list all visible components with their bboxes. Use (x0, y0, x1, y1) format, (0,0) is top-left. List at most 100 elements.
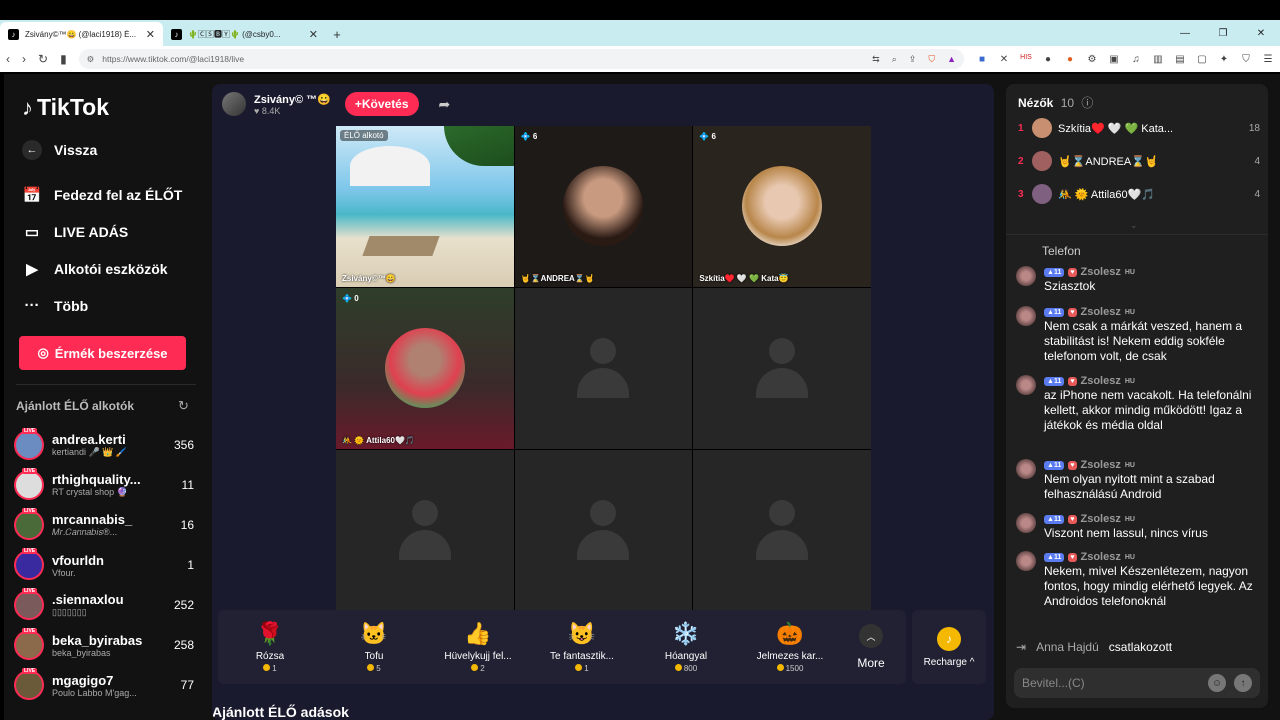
divider (16, 384, 196, 385)
host-name[interactable]: Zsivány© ™😀 (254, 93, 331, 106)
back-button[interactable]: ← Vissza (22, 140, 97, 160)
avatar: LIVE (14, 428, 44, 460)
creator-item[interactable]: LIVE andrea.kerti kertiandi 🎤 👑 🖌️ 356 (14, 426, 194, 464)
guest-tile[interactable]: 💠 6 🤘⌛ANDREA⌛🤘 (514, 126, 693, 287)
recharge-button[interactable]: ♪ Recharge ^ (912, 610, 986, 684)
browser-tab-active[interactable]: ♪ Zsivány©™😀 (@laci1918) É... ✕ (0, 22, 163, 46)
extension-icon[interactable]: ▢ (1196, 54, 1208, 65)
site-settings-icon[interactable]: ⚙ (87, 54, 95, 65)
back-arrow-icon[interactable]: ‹ (6, 52, 10, 66)
tiktok-favicon-icon: ♪ (8, 28, 19, 40)
extension-icon[interactable]: HIS (1020, 54, 1032, 65)
close-tab-icon[interactable]: ✕ (146, 28, 155, 41)
wallet-icon[interactable]: ▤ (1174, 54, 1186, 65)
creator-item[interactable]: LIVE beka_byirabas beka_byirabas 258 (14, 626, 194, 664)
forward-arrow-icon[interactable]: › (22, 52, 26, 66)
viewer-count: 1 (187, 558, 194, 572)
music-icon[interactable]: ♫ (1130, 54, 1142, 65)
live-badge: LIVE (22, 508, 38, 514)
extension-icon[interactable]: ▣ (1108, 54, 1120, 65)
chat-message[interactable]: ▲11 ♥ Zsolesz HU az iPhone nem vacakolt. Ha … (1016, 375, 1256, 433)
extension-icon[interactable]: ✕ (998, 54, 1010, 65)
more-gifts-button[interactable]: ︿ More (842, 624, 900, 670)
extension-icon[interactable]: ⚙ (1086, 54, 1098, 65)
new-tab-icon[interactable]: + (326, 22, 348, 46)
fan-badge: ♥ (1068, 267, 1077, 277)
share-arrow-icon[interactable]: ➦ (439, 96, 451, 113)
reload-icon[interactable]: ↻ (38, 52, 48, 66)
creator-item[interactable]: LIVE .siennaxlou ▯▯▯▯▯▯▯ 252 (14, 586, 194, 624)
sidebar-icon[interactable]: ▥ (1152, 54, 1164, 65)
extension-icon[interactable]: ● (1042, 54, 1054, 65)
emoji-icon[interactable]: ☺ (1208, 674, 1226, 692)
top-viewer[interactable]: 3 🤼 🌞 Attila60🤍🎵 4 (1018, 184, 1260, 204)
chat-message[interactable]: ▲11 ♥ Zsolesz HU Sziasztok (1016, 266, 1256, 294)
joined-user[interactable]: Anna Hajdú (1036, 640, 1099, 654)
menu-icon[interactable]: ☰ (1262, 54, 1274, 65)
chat-message[interactable]: ▲11 ♥ Zsolesz HU Nem olyan nyitott mint a sz… (1016, 459, 1256, 502)
tiktok-logo[interactable]: ♪ TikTok (22, 94, 109, 121)
creator-item[interactable]: LIVE vfourldn Vfour. 1 (14, 546, 194, 584)
empty-seat[interactable] (693, 450, 871, 611)
url-field[interactable]: ⚙ https://www.tiktok.com/@laci1918/live … (78, 49, 964, 69)
url-text: https://www.tiktok.com/@laci1918/live (102, 54, 245, 64)
chevron-down-icon[interactable]: ⌄ (1130, 220, 1138, 231)
share-page-icon[interactable]: ⇪ (909, 54, 917, 65)
host-avatar[interactable] (222, 92, 246, 116)
close-tab-icon[interactable]: ✕ (309, 28, 318, 41)
recharge-text: Recharge (923, 656, 967, 668)
gift-item[interactable]: 👍 Hüvelykujj fel... 2 (426, 621, 530, 673)
close-window-icon[interactable]: ✕ (1242, 20, 1280, 46)
chat-input[interactable]: Bevitel...(C) ☺ ↑ (1014, 668, 1260, 698)
creator-item[interactable]: LIVE rthighquality... RT crystal shop 🔮 1… (14, 466, 194, 504)
creator-sub: beka_byirabas (52, 647, 111, 658)
avatar (1016, 459, 1036, 479)
sparkle-icon[interactable]: ✦ (1218, 54, 1230, 65)
gift-item[interactable]: 🐱 Tofu 5 (322, 621, 426, 673)
top-viewer[interactable]: 1 Szkítia♥️ 🤍 💚 Kata... 18 (1018, 118, 1260, 138)
restore-icon[interactable]: ❐ (1204, 20, 1242, 46)
guest-tile[interactable]: 💠 0 🤼 🌞 Attila60🤍🎵 (336, 288, 514, 449)
send-arrow-icon[interactable]: ↑ (1234, 674, 1252, 692)
vpn-icon[interactable]: ⛉ (1240, 54, 1252, 65)
creator-item[interactable]: LIVE mgagigo7 Poulo Labbo M'gag... 77 (14, 666, 194, 704)
empty-seat[interactable] (514, 288, 693, 449)
viewer-name: 🤼 🌞 Attila60🤍🎵 (1058, 188, 1155, 201)
zoom-icon[interactable]: ⌕ (892, 54, 897, 65)
shield-icon[interactable]: ⛉ (928, 54, 935, 65)
gift-name: Hóangyal (664, 651, 708, 662)
nav-more[interactable]: ··· Több (22, 297, 89, 314)
chat-message[interactable]: ▲11 ♥ Zsolesz HU Nem csak a márkát veszed, h… (1016, 306, 1256, 364)
creator-item[interactable]: LIVE mrcannabis_ 𝑀𝑟.𝐶𝑎𝑛𝑛𝑎𝑏𝑖𝑠®... 16 (14, 506, 194, 544)
minimize-icon[interactable]: — (1166, 20, 1204, 46)
host-tile[interactable]: ÉLŐ alkotó Zsivány©™😀 (336, 126, 514, 287)
bookmark-icon[interactable]: ▮ (60, 52, 67, 66)
extension-icon[interactable]: ● (1064, 54, 1076, 65)
creator-sub: Vfour. (52, 567, 76, 578)
browser-tab[interactable]: ♪ 🌵🄲🅂🅱🅈🌵 (@csby0... ✕ (163, 22, 326, 46)
empty-seat[interactable] (514, 450, 693, 611)
translate-icon[interactable]: ⇆ (872, 54, 880, 65)
nav-live-broadcast[interactable]: ▭ LIVE ADÁS (22, 223, 128, 241)
get-coins-button[interactable]: ◎ Érmék beszerzése (19, 336, 186, 370)
top-viewer[interactable]: 2 🤘⌛ANDREA⌛🤘 4 (1018, 151, 1260, 171)
triangle-icon[interactable]: ▲ (947, 54, 956, 65)
empty-seat[interactable] (693, 288, 871, 449)
extension-icon[interactable]: ■ (976, 54, 988, 65)
gift-item[interactable]: 🌹 Rózsa 1 (218, 621, 322, 673)
chat-message[interactable]: ▲11 ♥ Zsolesz HU Nekem, mivel Készenlétezem,… (1016, 551, 1256, 609)
creator-name: mrcannabis_ (52, 512, 133, 527)
video-camera-icon: ▭ (24, 224, 40, 241)
refresh-icon[interactable]: ↻ (178, 398, 189, 414)
nav-creator-tools[interactable]: ▶ Alkotói eszközök (22, 260, 168, 278)
follow-button[interactable]: +Követés (344, 92, 419, 116)
gift-item[interactable]: 🎃 Jelmezes kar... 1500 (738, 621, 842, 673)
gift-item[interactable]: ❄️ Hóangyal 800 (634, 621, 738, 673)
guest-tile[interactable]: 💠 6 Szkítia♥️ 🤍 💚 Kata😇 (693, 126, 871, 287)
empty-seat[interactable] (336, 450, 514, 611)
gift-item[interactable]: 😺 Te fantasztik... 1 (530, 621, 634, 673)
info-icon[interactable]: ⓘ (1081, 96, 1093, 110)
chat-message[interactable]: ▲11 ♥ Zsolesz HU Viszont nem lassul, nincs v… (1016, 513, 1256, 541)
nav-explore-live[interactable]: 📅 Fedezd fel az ÉLŐT (22, 186, 183, 204)
nav-label: Alkotói eszközök (54, 261, 168, 277)
